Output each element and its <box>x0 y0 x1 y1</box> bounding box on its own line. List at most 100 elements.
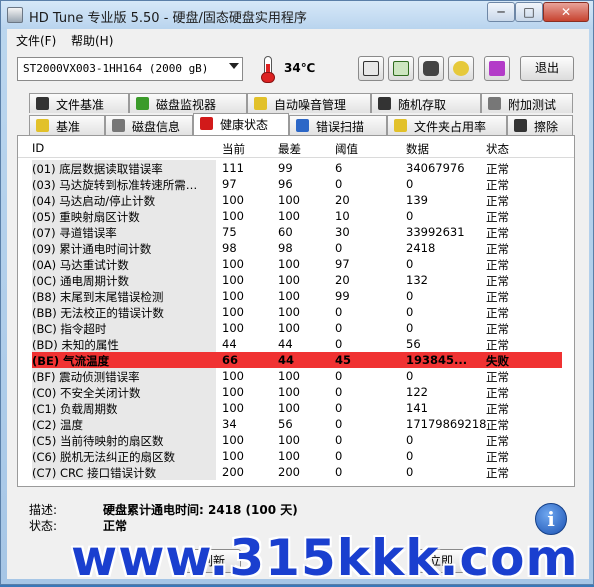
download-button[interactable] <box>484 56 510 81</box>
tab-random-access[interactable]: 随机存取 <box>371 93 481 113</box>
cell-worst: 44 <box>278 353 295 367</box>
copy-screenshot-icon <box>393 61 409 76</box>
col-worst[interactable]: 最差 <box>278 141 301 157</box>
cell-worst: 100 <box>278 289 300 303</box>
table-row[interactable]: (BE) 气流温度 66 44 45 193845... 失败 <box>32 352 562 368</box>
extra-tests-icon <box>488 97 501 110</box>
table-row[interactable]: (05) 重映射扇区计数 100 100 10 0 正常 <box>32 208 562 224</box>
client-area: ST2000VX003-1HH164 (2000 gB) 34℃ 退出 文件基准… <box>7 51 589 579</box>
col-current[interactable]: 当前 <box>222 141 245 157</box>
table-row[interactable]: (C2) 温度 34 56 0 17179869218 正常 <box>32 416 562 432</box>
cell-data: 56 <box>406 337 421 351</box>
maximize-button[interactable]: □ <box>515 2 543 22</box>
minimize-button[interactable]: ─ <box>487 2 515 22</box>
cell-current: 75 <box>222 225 237 239</box>
col-data[interactable]: 数据 <box>406 141 429 157</box>
table-row[interactable]: (BC) 指令超时 100 100 0 0 正常 <box>32 320 562 336</box>
table-row[interactable]: (C7) CRC 接口错误计数 200 200 0 0 正常 <box>32 464 562 480</box>
tab-erase[interactable]: 擦除 <box>507 115 573 135</box>
tab-extra-tests[interactable]: 附加测试 <box>481 93 573 113</box>
cell-status: 正常 <box>486 210 509 224</box>
col-threshold[interactable]: 阈值 <box>335 141 358 157</box>
cell-worst: 100 <box>278 305 300 319</box>
table-row[interactable]: (04) 马达启动/停止计数 100 100 20 139 正常 <box>32 192 562 208</box>
cell-status: 正常 <box>486 466 509 480</box>
cell-current: 111 <box>222 161 244 175</box>
copy-screenshot-button[interactable] <box>388 56 414 81</box>
table-row[interactable]: (0C) 通电周期计数 100 100 20 132 正常 <box>32 272 562 288</box>
cell-threshold: 0 <box>335 465 343 479</box>
tab-health[interactable]: 健康状态 <box>193 113 289 135</box>
table-row[interactable]: (BF) 震动侦测错误率 100 100 0 0 正常 <box>32 368 562 384</box>
cell-id: (B8) 末尾到末尾错误检测 <box>32 290 164 304</box>
disk-info-icon <box>112 119 125 132</box>
cell-worst: 100 <box>278 193 300 207</box>
col-status[interactable]: 状态 <box>486 141 509 157</box>
table-row[interactable]: (07) 寻道错误率 75 60 30 33992631 正常 <box>32 224 562 240</box>
table-row[interactable]: (03) 马达旋转到标准转速所需… 97 96 0 0 正常 <box>32 176 562 192</box>
cell-current: 100 <box>222 449 244 463</box>
tab-folder-usage[interactable]: 文件夹占用率 <box>387 115 507 135</box>
cell-data: 34067976 <box>406 161 465 175</box>
cell-current: 100 <box>222 433 244 447</box>
disk-monitor-icon <box>136 97 149 110</box>
random-access-icon <box>378 97 391 110</box>
tab-disk-monitor[interactable]: 磁盘监视器 <box>129 93 247 113</box>
table-row[interactable]: (09) 累计通电时间计数 98 98 0 2418 正常 <box>32 240 562 256</box>
cell-status: 正常 <box>486 178 509 192</box>
cell-id: (01) 底层数据读取错误率 <box>32 162 163 176</box>
cell-current: 100 <box>222 273 244 287</box>
cell-threshold: 20 <box>335 273 350 287</box>
cell-id: (BD) 未知的属性 <box>32 338 119 352</box>
cell-id: (C5) 当前待映射的扇区数 <box>32 434 164 448</box>
table-row[interactable]: (01) 底层数据读取错误率 111 99 6 34067976 正常 <box>32 160 562 176</box>
table-row[interactable]: (BB) 无法校正的错误计数 100 100 0 0 正常 <box>32 304 562 320</box>
table-row[interactable]: (BD) 未知的属性 44 44 0 56 正常 <box>32 336 562 352</box>
cell-id: (0A) 马达重试计数 <box>32 258 129 272</box>
options-icon <box>453 61 469 76</box>
cell-id: (C7) CRC 接口错误计数 <box>32 466 157 480</box>
smart-table[interactable]: ID 当前 最差 阈值 数据 状态 (01) 底层数据读取错误率 111 99 6 34… <box>17 135 575 487</box>
cell-worst: 44 <box>278 337 293 351</box>
close-button[interactable]: ✕ <box>543 2 589 22</box>
cell-data: 0 <box>406 449 414 463</box>
cell-threshold: 99 <box>335 289 350 303</box>
cell-threshold: 0 <box>335 385 343 399</box>
cell-worst: 100 <box>278 385 300 399</box>
screenshot-button[interactable] <box>418 56 444 81</box>
copy-info-button[interactable] <box>358 56 384 81</box>
cell-threshold: 0 <box>335 305 343 319</box>
menu-file[interactable]: 文件(F) <box>16 32 56 49</box>
table-row[interactable]: (B8) 末尾到末尾错误检测 100 100 99 0 正常 <box>32 288 562 304</box>
status-label: 状态: <box>29 519 58 533</box>
table-row[interactable]: (C1) 负载周期数 100 100 0 141 正常 <box>32 400 562 416</box>
drive-select[interactable]: ST2000VX003-1HH164 (2000 gB) <box>17 57 243 81</box>
table-row[interactable]: (C5) 当前待映射的扇区数 100 100 0 0 正常 <box>32 432 562 448</box>
table-row[interactable]: (0A) 马达重试计数 100 100 97 0 正常 <box>32 256 562 272</box>
cell-data: 2418 <box>406 241 436 255</box>
cell-threshold: 0 <box>335 337 343 351</box>
options-button[interactable] <box>448 56 474 81</box>
tab-file-benchmark[interactable]: 文件基准 <box>29 93 129 113</box>
cell-threshold: 0 <box>335 417 343 431</box>
temperature-readout: 34℃ <box>284 61 316 75</box>
cell-status: 正常 <box>486 258 509 272</box>
col-id[interactable]: ID <box>32 141 44 155</box>
tab-benchmark[interactable]: 基准 <box>29 115 105 135</box>
trash-icon <box>514 119 527 132</box>
exit-button[interactable]: 退出 <box>520 56 574 81</box>
table-row[interactable]: (C0) 不安全关闭计数 100 100 0 122 正常 <box>32 384 562 400</box>
title-bar: HD Tune 专业版 5.50 - 硬盘/固态硬盘实用程序 ─ □ ✕ <box>1 1 593 29</box>
cell-data: 0 <box>406 177 414 191</box>
tab-aam[interactable]: 自动噪音管理 <box>247 93 371 113</box>
tab-disk-info[interactable]: 磁盘信息 <box>105 115 193 135</box>
cell-current: 100 <box>222 193 244 207</box>
cell-data: 0 <box>406 321 414 335</box>
folder-icon <box>394 119 407 132</box>
table-row[interactable]: (C6) 脱机无法纠正的扇区数 100 100 0 0 正常 <box>32 448 562 464</box>
thermometer-icon <box>257 55 279 83</box>
tab-error-scan[interactable]: 错误扫描 <box>289 115 387 135</box>
cell-id: (C6) 脱机无法纠正的扇区数 <box>32 450 175 464</box>
menu-help[interactable]: 帮助(H) <box>71 32 113 49</box>
cell-id: (07) 寻道错误率 <box>32 226 117 240</box>
